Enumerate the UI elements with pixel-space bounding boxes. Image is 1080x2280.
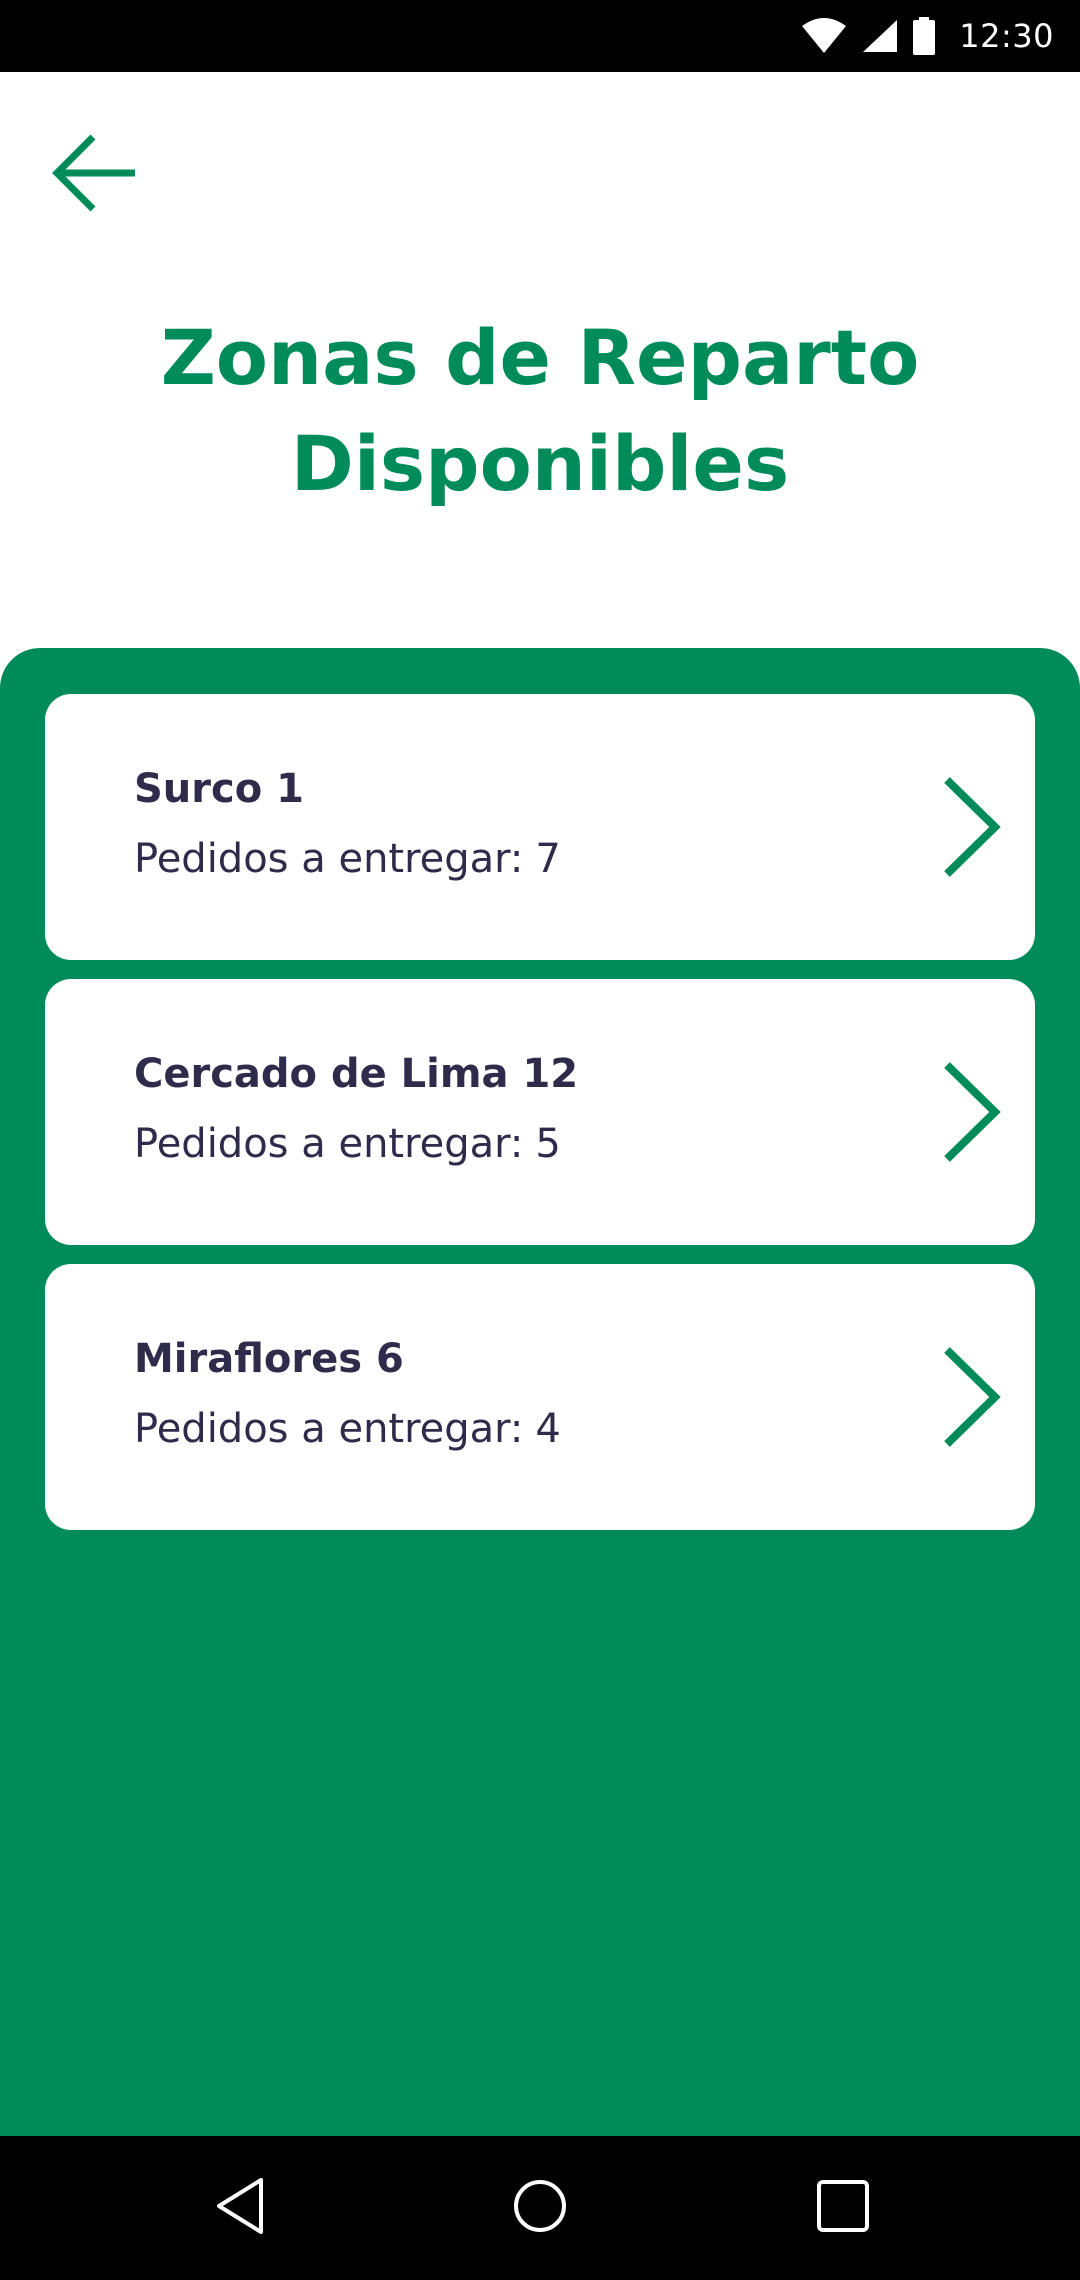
recents-square-icon — [816, 2179, 870, 2237]
home-circle-icon — [512, 2178, 568, 2238]
zone-orders-count: 4 — [535, 1406, 561, 1452]
nav-recents-button[interactable] — [803, 2168, 883, 2248]
zone-card-cercado-de-lima[interactable]: Cercado de Lima 12 Pedidos a entregar: 5 — [45, 979, 1035, 1245]
back-triangle-icon — [213, 2176, 267, 2240]
zone-orders: Pedidos a entregar: 7 — [134, 834, 561, 884]
wifi-icon — [801, 18, 847, 54]
zone-orders-label: Pedidos a entregar: — [134, 836, 524, 882]
zone-orders: Pedidos a entregar: 5 — [134, 1119, 561, 1169]
zone-orders: Pedidos a entregar: 4 — [134, 1404, 561, 1454]
zone-name: Cercado de Lima 12 — [134, 1051, 579, 1097]
zone-card-miraflores[interactable]: Miraflores 6 Pedidos a entregar: 4 — [45, 1264, 1035, 1530]
zone-orders-label: Pedidos a entregar: — [134, 1406, 524, 1452]
status-icons: 12:30 — [801, 0, 1054, 72]
navigation-bar — [0, 2136, 1080, 2280]
status-time: 12:30 — [959, 17, 1054, 55]
chevron-right-icon — [937, 1344, 1007, 1450]
page-title: Zonas de Reparto Disponibles — [0, 305, 1080, 517]
battery-icon — [913, 17, 936, 55]
zone-orders-count: 5 — [535, 1121, 561, 1167]
back-button[interactable] — [40, 125, 150, 225]
zone-orders-count: 7 — [535, 836, 561, 882]
signal-icon — [861, 18, 899, 54]
zones-panel: Surco 1 Pedidos a entregar: 7 Cercado de … — [0, 648, 1080, 2136]
nav-home-button[interactable] — [500, 2168, 580, 2248]
page-title-line-2: Disponibles — [290, 419, 790, 508]
zone-name: Miraflores 6 — [134, 1336, 404, 1382]
zone-orders-label: Pedidos a entregar: — [134, 1121, 524, 1167]
nav-back-button[interactable] — [200, 2168, 280, 2248]
chevron-right-icon — [937, 1059, 1007, 1165]
zone-card-surco[interactable]: Surco 1 Pedidos a entregar: 7 — [45, 694, 1035, 960]
zone-name: Surco 1 — [134, 766, 304, 812]
status-bar: 12:30 — [0, 0, 1080, 72]
arrow-left-icon — [51, 132, 139, 218]
chevron-right-icon — [937, 774, 1007, 880]
page-title-line-1: Zonas de Reparto — [160, 313, 920, 402]
